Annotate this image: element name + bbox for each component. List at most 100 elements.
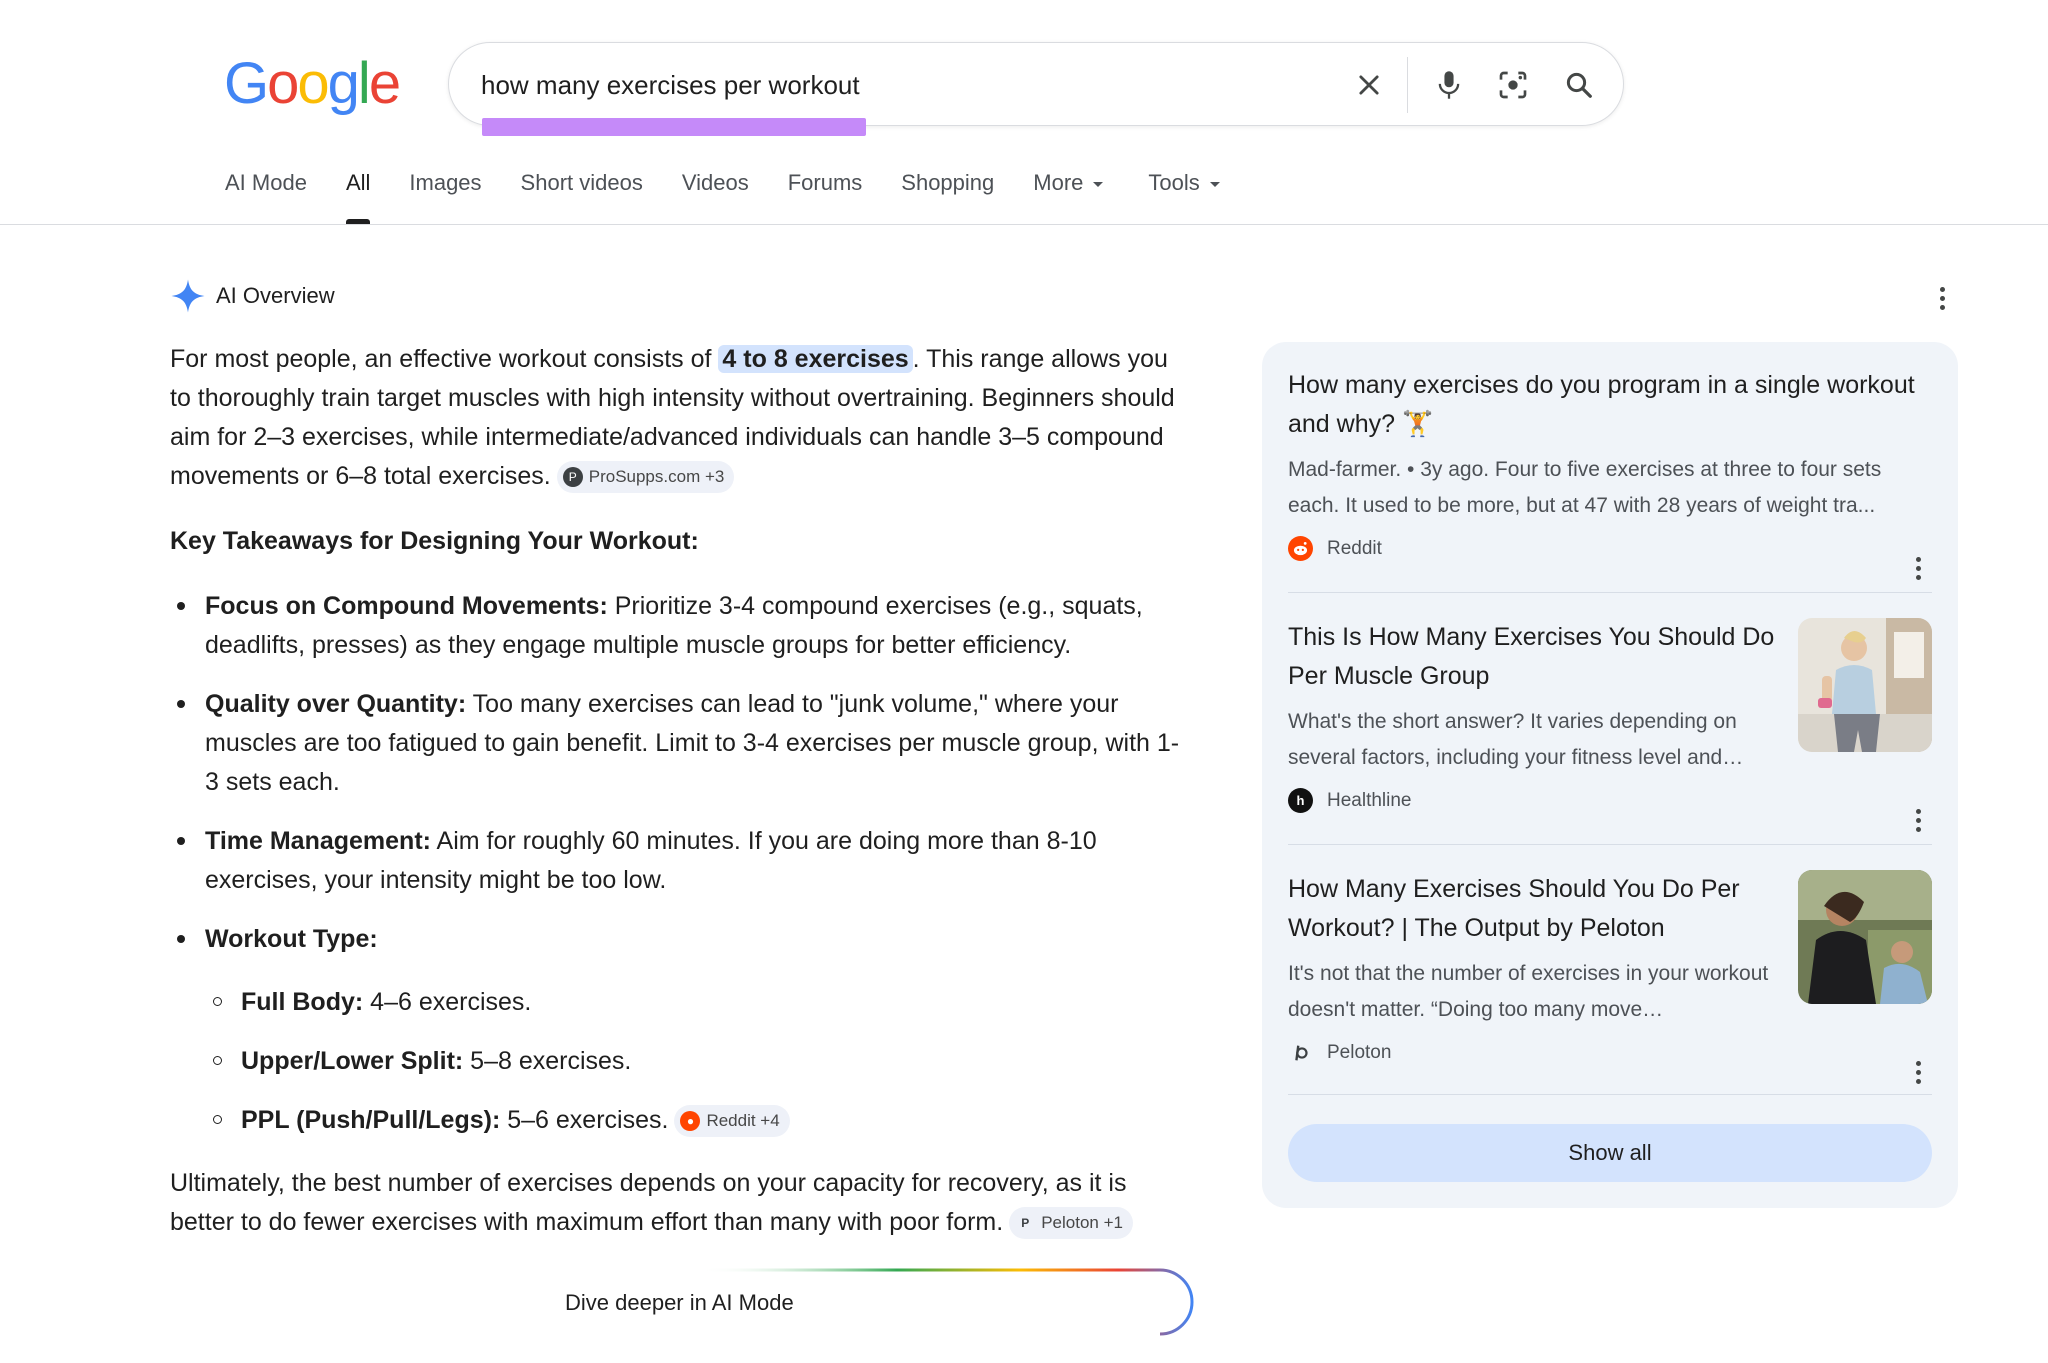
sub-list-item: PPL (Push/Pull/Legs): 5–6 exercises. ● Red… <box>170 1101 1190 1140</box>
logo-letter: g <box>327 51 360 116</box>
tab-label: Videos <box>681 170 749 195</box>
search-divider <box>1407 57 1408 113</box>
intro-text: For most people, an effective workout co… <box>170 345 719 373</box>
logo-letter: e <box>368 51 401 116</box>
header-divider <box>0 224 2048 225</box>
ai-overview-body: For most people, an effective workout co… <box>170 340 1190 1268</box>
source-site[interactable]: Reddit <box>1288 536 1932 561</box>
source-snippet: What's the short answer? It varies depen… <box>1288 710 1744 769</box>
reddit-icon <box>1288 536 1313 561</box>
query-highlight-marker <box>482 118 866 136</box>
source-site[interactable]: Peloton <box>1288 1040 1932 1065</box>
prosupps-icon: P <box>562 467 583 488</box>
dive-deeper-button[interactable]: Dive deeper in AI Mode <box>540 1268 1196 1336</box>
thumbnail-image <box>1798 870 1932 1004</box>
thumbnail-image <box>1798 618 1932 752</box>
logo-letter: o <box>297 51 329 116</box>
source-card-peloton[interactable]: How Many Exercises Should You Do Per Wor… <box>1288 870 1932 1084</box>
dive-deeper-label: Dive deeper in AI Mode <box>565 1290 794 1315</box>
list-item: Focus on Compound Movements: Prioritize … <box>170 587 1190 665</box>
list-item: Time Management: Aim for roughly 60 minu… <box>170 822 1190 900</box>
reddit-icon: ● <box>680 1111 701 1132</box>
source-chip-reddit[interactable]: ● Reddit +4 <box>674 1105 790 1138</box>
caret-down-icon <box>1093 181 1104 187</box>
tab-ai-mode[interactable]: AI Mode <box>225 170 307 224</box>
tab-videos[interactable]: Videos <box>682 170 749 224</box>
sub-bullet-title: Upper/Lower Split: <box>241 1047 464 1075</box>
tab-forums[interactable]: Forums <box>788 170 863 224</box>
search-box <box>448 42 1624 126</box>
tab-images[interactable]: Images <box>409 170 481 224</box>
show-all-button[interactable]: Show all <box>1288 1124 1932 1182</box>
clear-icon[interactable] <box>1347 63 1391 107</box>
source-snippet: It's not that the number of exercises in… <box>1288 962 1769 1021</box>
logo-letter: G <box>224 51 269 116</box>
microphone-icon[interactable] <box>1427 63 1471 107</box>
source-chip-prosupps[interactable]: P ProSupps.com +3 <box>556 461 735 494</box>
ai-overview-more-icon[interactable] <box>1930 280 1954 316</box>
logo-letter: o <box>267 51 299 116</box>
tab-label: More <box>1033 170 1084 195</box>
card-divider <box>1288 592 1932 593</box>
tab-short-videos[interactable]: Short videos <box>521 170 643 224</box>
search-input[interactable] <box>481 65 1261 105</box>
tab-label: Short videos <box>520 170 643 195</box>
search-icon[interactable] <box>1557 63 1601 107</box>
tab-label: Forums <box>787 170 863 195</box>
lens-camera-icon[interactable] <box>1491 63 1535 107</box>
tab-label: All <box>345 170 371 195</box>
closing-paragraph: Ultimately, the best number of exercises… <box>170 1164 1190 1242</box>
logo-letter: l <box>357 51 371 116</box>
search-tabs: AI Mode All Images Short videos Videos F… <box>225 170 1259 224</box>
peloton-icon: P <box>1021 1216 1030 1231</box>
sources-panel: How many exercises do you program in a s… <box>1262 342 1958 1208</box>
tab-label: AI Mode <box>225 170 307 195</box>
list-item: Workout Type: <box>170 920 1190 959</box>
takeaways-heading: Key Takeaways for Designing Your Workout… <box>170 527 699 555</box>
sub-bullet-text: 4–6 exercises. <box>363 988 532 1016</box>
list-item: Quality over Quantity: Too many exercise… <box>170 685 1190 802</box>
tab-label: Tools <box>1148 170 1200 195</box>
source-site-name: Healthline <box>1327 789 1412 811</box>
tab-more[interactable]: More <box>1033 170 1104 224</box>
source-title[interactable]: This Is How Many Exercises You Should Do… <box>1288 618 1788 696</box>
ai-overview-label: AI Overview <box>216 283 335 308</box>
sub-list-item: Upper/Lower Split: 5–8 exercises. <box>170 1042 1190 1081</box>
source-site-name: Peloton <box>1327 1041 1392 1063</box>
source-site[interactable]: h Healthline <box>1288 788 1932 813</box>
tab-tools[interactable]: Tools <box>1148 170 1220 224</box>
intro-highlight: 4 to 8 exercises <box>718 345 913 373</box>
tab-shopping[interactable]: Shopping <box>901 170 994 224</box>
sub-list-item: Full Body: 4–6 exercises. <box>170 983 1190 1022</box>
sub-bullet-text: 5–8 exercises. <box>463 1047 632 1075</box>
source-more-icon[interactable] <box>1906 1054 1930 1090</box>
card-divider <box>1288 1094 1932 1095</box>
sub-bullet-text: 5–6 exercises. <box>500 1106 669 1134</box>
bullet-title: Quality over Quantity: <box>205 690 467 718</box>
gemini-sparkle-icon <box>171 279 205 313</box>
bullet-title: Focus on Compound Movements: <box>205 592 608 620</box>
source-chip-peloton[interactable]: P Peloton +1 <box>1009 1207 1133 1240</box>
source-snippet: Mad-farmer. • 3y ago. Four to five exerc… <box>1288 458 1882 517</box>
source-card-reddit[interactable]: How many exercises do you program in a s… <box>1288 366 1932 580</box>
source-more-icon[interactable] <box>1906 802 1930 838</box>
source-title[interactable]: How Many Exercises Should You Do Per Wor… <box>1288 870 1788 948</box>
source-site-name: Reddit <box>1327 537 1382 559</box>
bullet-title: Workout Type: <box>205 925 378 953</box>
sub-bullet-title: PPL (Push/Pull/Legs): <box>241 1106 501 1134</box>
tab-label: Images <box>409 170 482 195</box>
source-title[interactable]: How many exercises do you program in a s… <box>1288 366 1932 444</box>
bullet-title: Time Management: <box>205 827 431 855</box>
sub-bullet-title: Full Body: <box>241 988 364 1016</box>
source-card-healthline[interactable]: This Is How Many Exercises You Should Do… <box>1288 618 1932 832</box>
tab-all[interactable]: All <box>345 170 371 224</box>
intro-paragraph: For most people, an effective workout co… <box>170 340 1190 496</box>
closing-text: Ultimately, the best number of exercises… <box>170 1169 1127 1236</box>
tab-label: Shopping <box>901 170 995 195</box>
google-logo[interactable]: Google <box>224 50 401 117</box>
ai-overview-header: AI Overview <box>170 278 335 314</box>
source-more-icon[interactable] <box>1906 550 1930 586</box>
card-divider <box>1288 844 1932 845</box>
chip-label: Peloton +1 <box>1041 1213 1123 1233</box>
chip-label: Reddit +4 <box>706 1111 780 1131</box>
